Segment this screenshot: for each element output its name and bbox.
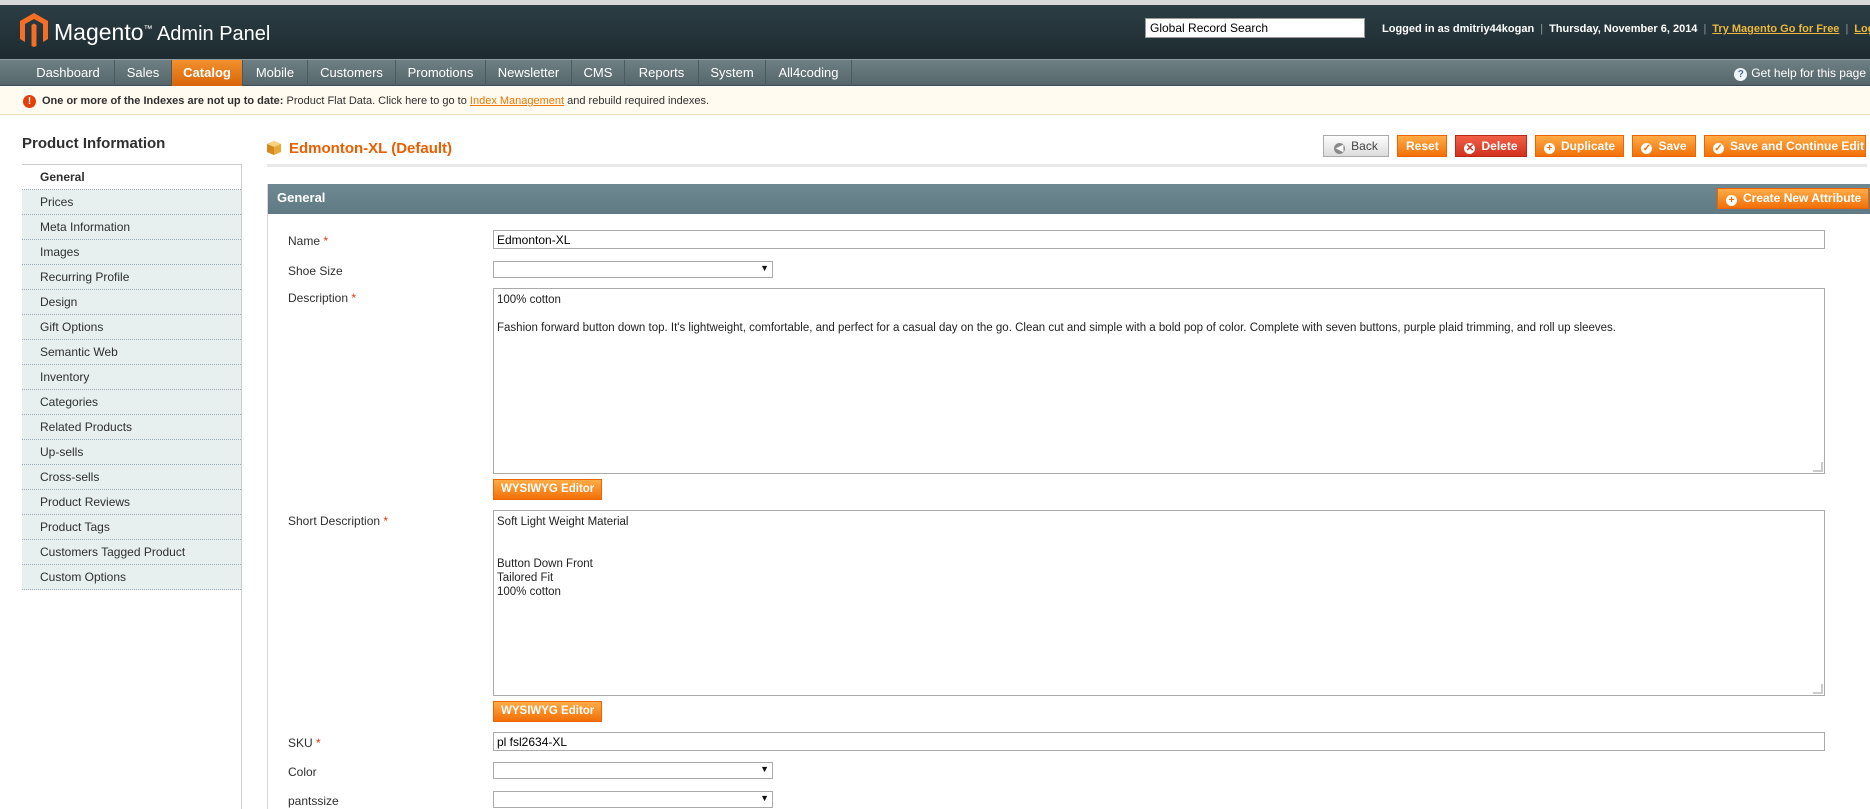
tab-related-products[interactable]: Related Products [22, 415, 241, 440]
tab-design[interactable]: Design [22, 290, 241, 315]
global-search-input[interactable] [1145, 18, 1365, 38]
logo-tm: ™ [143, 23, 153, 34]
section-title: General [277, 190, 326, 205]
section-header: General + Create New Attribute [268, 184, 1870, 214]
nav-system[interactable]: System [699, 60, 766, 86]
shoe-size-label: Shoe Size [288, 264, 343, 278]
nav-cms[interactable]: CMS [572, 60, 625, 86]
notice-tail: and rebuild required indexes. [564, 95, 710, 107]
tab-custom-options[interactable]: Custom Options [22, 565, 241, 590]
nav-customers[interactable]: Customers [308, 60, 396, 86]
product-tabs-sidebar: Product Information General Prices Meta … [22, 130, 242, 590]
short-description-label: Short Description * [288, 514, 389, 528]
app-title: Magento™ Admin Panel [54, 19, 270, 46]
page-header: Edmonton-XL (Default) ◀ Back Reset ✕ Delet… [267, 130, 1867, 167]
save-check-icon: ✓ [1641, 143, 1653, 154]
save-continue-check-icon: ✓ [1713, 143, 1724, 154]
duplicate-plus-icon: + [1544, 143, 1555, 154]
nav-catalog[interactable]: Catalog [172, 60, 243, 86]
notice-bold: One or more of the Indexes are not up to… [42, 95, 284, 107]
tab-semantic-web[interactable]: Semantic Web [22, 340, 241, 365]
description-label: Description * [288, 291, 357, 305]
tab-up-sells[interactable]: Up-sells [22, 440, 241, 465]
shoe-size-select[interactable] [493, 261, 773, 278]
help-label: Get help for this page [1751, 66, 1866, 80]
pantssize-label: pantssize [288, 794, 339, 808]
reset-button[interactable]: Reset [1397, 135, 1447, 157]
delete-icon: ✕ [1464, 143, 1476, 154]
magento-logo-icon [20, 13, 48, 47]
nav-mobile[interactable]: Mobile [243, 60, 308, 86]
sku-input[interactable] [493, 732, 1825, 751]
description-wysiwyg-button[interactable]: WYSIWYG Editor [493, 479, 603, 500]
name-input[interactable] [493, 230, 1825, 249]
save-button[interactable]: ✓ Save [1632, 135, 1696, 157]
delete-button[interactable]: ✕ Delete [1455, 135, 1527, 157]
product-box-icon [267, 141, 281, 155]
short-description-wysiwyg-button[interactable]: WYSIWYG Editor [493, 701, 603, 722]
save-and-continue-button[interactable]: ✓ Save and Continue Edit [1704, 135, 1866, 157]
nav-dashboard[interactable]: Dashboard [22, 60, 115, 86]
pantssize-select[interactable] [493, 791, 773, 808]
logo-main-text: Magento [54, 19, 144, 45]
sidebar-title: Product Information [22, 130, 242, 165]
logout-link[interactable]: Log Out [1854, 23, 1870, 35]
try-magento-link[interactable]: Try Magento Go for Free [1712, 23, 1839, 35]
color-select[interactable] [493, 762, 773, 779]
duplicate-button[interactable]: + Duplicate [1535, 135, 1624, 157]
tab-gift-options[interactable]: Gift Options [22, 315, 241, 340]
tab-customers-tagged-product[interactable]: Customers Tagged Product [22, 540, 241, 565]
logo-sub-text: Admin Panel [152, 23, 271, 45]
create-plus-icon: + [1726, 195, 1737, 206]
page-title: Edmonton-XL (Default) [289, 140, 453, 157]
header: Magento™ Admin Panel Logged in as dmitri… [0, 5, 1870, 59]
tab-images[interactable]: Images [22, 240, 241, 265]
help-icon: ? [1734, 68, 1748, 81]
sku-label: SKU * [288, 736, 321, 750]
description-textarea[interactable]: 100% cotton Fashion forward button down … [493, 288, 1825, 474]
tab-cross-sells[interactable]: Cross-sells [22, 465, 241, 490]
header-date: Thursday, November 6, 2014 [1549, 23, 1698, 35]
help-link[interactable]: ? Get help for this page [1734, 66, 1866, 81]
nav-reports[interactable]: Reports [625, 60, 699, 86]
back-button[interactable]: ◀ Back [1323, 135, 1389, 157]
header-user-links: Logged in as dmitriy44kogan | Thursday, No… [1382, 23, 1870, 35]
tab-recurring-profile[interactable]: Recurring Profile [22, 265, 241, 290]
notice-text: Product Flat Data. Click here to go to [283, 95, 470, 107]
create-new-attribute-button[interactable]: + Create New Attribute [1717, 188, 1869, 209]
nav-newsletter[interactable]: Newsletter [486, 60, 572, 86]
tab-inventory[interactable]: Inventory [22, 365, 241, 390]
tab-meta-information[interactable]: Meta Information [22, 215, 241, 240]
short-description-textarea[interactable]: Soft Light Weight Material Button Down F… [493, 510, 1825, 696]
tab-general[interactable]: General [22, 165, 241, 190]
logged-in-text: Logged in as dmitriy44kogan [1382, 23, 1535, 35]
general-fieldset: General +Create New Attribute Name * Sho… [267, 184, 1870, 809]
index-management-link[interactable]: Index Management [470, 95, 564, 107]
color-label: Color [288, 765, 317, 779]
nav-sales[interactable]: Sales [115, 60, 172, 86]
back-arrow-icon: ◀ [1334, 143, 1346, 154]
tab-categories[interactable]: Categories [22, 390, 241, 415]
name-label: Name * [288, 234, 329, 248]
nav-promotions[interactable]: Promotions [396, 60, 486, 86]
warning-icon: ! [23, 95, 36, 108]
tab-product-reviews[interactable]: Product Reviews [22, 490, 241, 515]
main-nav: Dashboard Sales Catalog Mobile Customers… [0, 59, 1870, 86]
tab-prices[interactable]: Prices [22, 190, 241, 215]
sidebar-divider [241, 165, 242, 809]
index-notice: ! One or more of the Indexes are not up … [0, 87, 1870, 115]
tab-product-tags[interactable]: Product Tags [22, 515, 241, 540]
nav-all4coding[interactable]: All4coding [766, 60, 852, 86]
